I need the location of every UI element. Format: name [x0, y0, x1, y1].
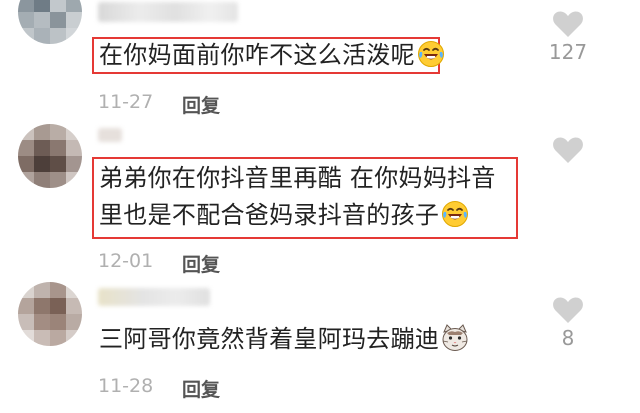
reply-button[interactable]: 回复 — [182, 250, 220, 277]
comment-item: 在你妈面前你咋不这么活泼呢 11-27 回复 127 — [0, 0, 640, 120]
comment-text-line: 三阿哥你竟然背着皇阿玛去蹦迪 — [99, 325, 440, 353]
comment-text: 弟弟你在你抖音里再酷 在你妈妈抖音 — [99, 163, 496, 193]
like-button[interactable]: 127 — [540, 10, 596, 64]
comment-text: 在你妈面前你咋不这么活泼呢 — [99, 40, 445, 70]
like-count: 8 — [561, 326, 575, 350]
comment-date: 12-01 — [98, 250, 154, 272]
avatar[interactable] — [18, 282, 82, 346]
comment-text-line: 弟弟你在你抖音里再酷 在你妈妈抖音 — [99, 164, 496, 192]
comment-item: 弟弟你在你抖音里再酷 在你妈妈抖音 里也是不配合爸妈录抖音的孩子 12-01 回… — [0, 120, 640, 280]
like-count: 127 — [548, 40, 588, 64]
heart-icon — [553, 137, 583, 163]
comment-item: 三阿哥你竟然背着皇阿玛去蹦迪 11-28 回复 8 — [0, 280, 640, 413]
reply-button[interactable]: 回复 — [182, 375, 220, 402]
laughing-tears-emoji — [442, 201, 469, 227]
cat-face-emoji — [442, 324, 468, 351]
reply-button[interactable]: 回复 — [182, 91, 220, 118]
avatar[interactable] — [18, 0, 82, 44]
comment-date: 11-28 — [98, 375, 154, 397]
like-button[interactable] — [540, 136, 596, 166]
heart-icon — [553, 297, 583, 323]
comment-text-line: 在你妈面前你咋不这么活泼呢 — [99, 41, 415, 69]
like-button[interactable]: 8 — [540, 296, 596, 350]
comment-text: 三阿哥你竟然背着皇阿玛去蹦迪 — [99, 324, 469, 354]
comment-list: 在你妈面前你咋不这么活泼呢 11-27 回复 127 弟弟你在你抖音里再酷 在你… — [0, 0, 640, 413]
username[interactable] — [98, 2, 238, 22]
comment-text-line: 里也是不配合爸妈录抖音的孩子 — [99, 201, 440, 229]
username[interactable] — [98, 288, 210, 306]
heart-icon — [553, 11, 583, 38]
comment-text: 里也是不配合爸妈录抖音的孩子 — [99, 200, 469, 230]
comment-date: 11-27 — [98, 91, 154, 113]
avatar[interactable] — [18, 124, 82, 188]
username[interactable] — [98, 128, 122, 142]
laughing-tears-emoji — [417, 41, 444, 67]
